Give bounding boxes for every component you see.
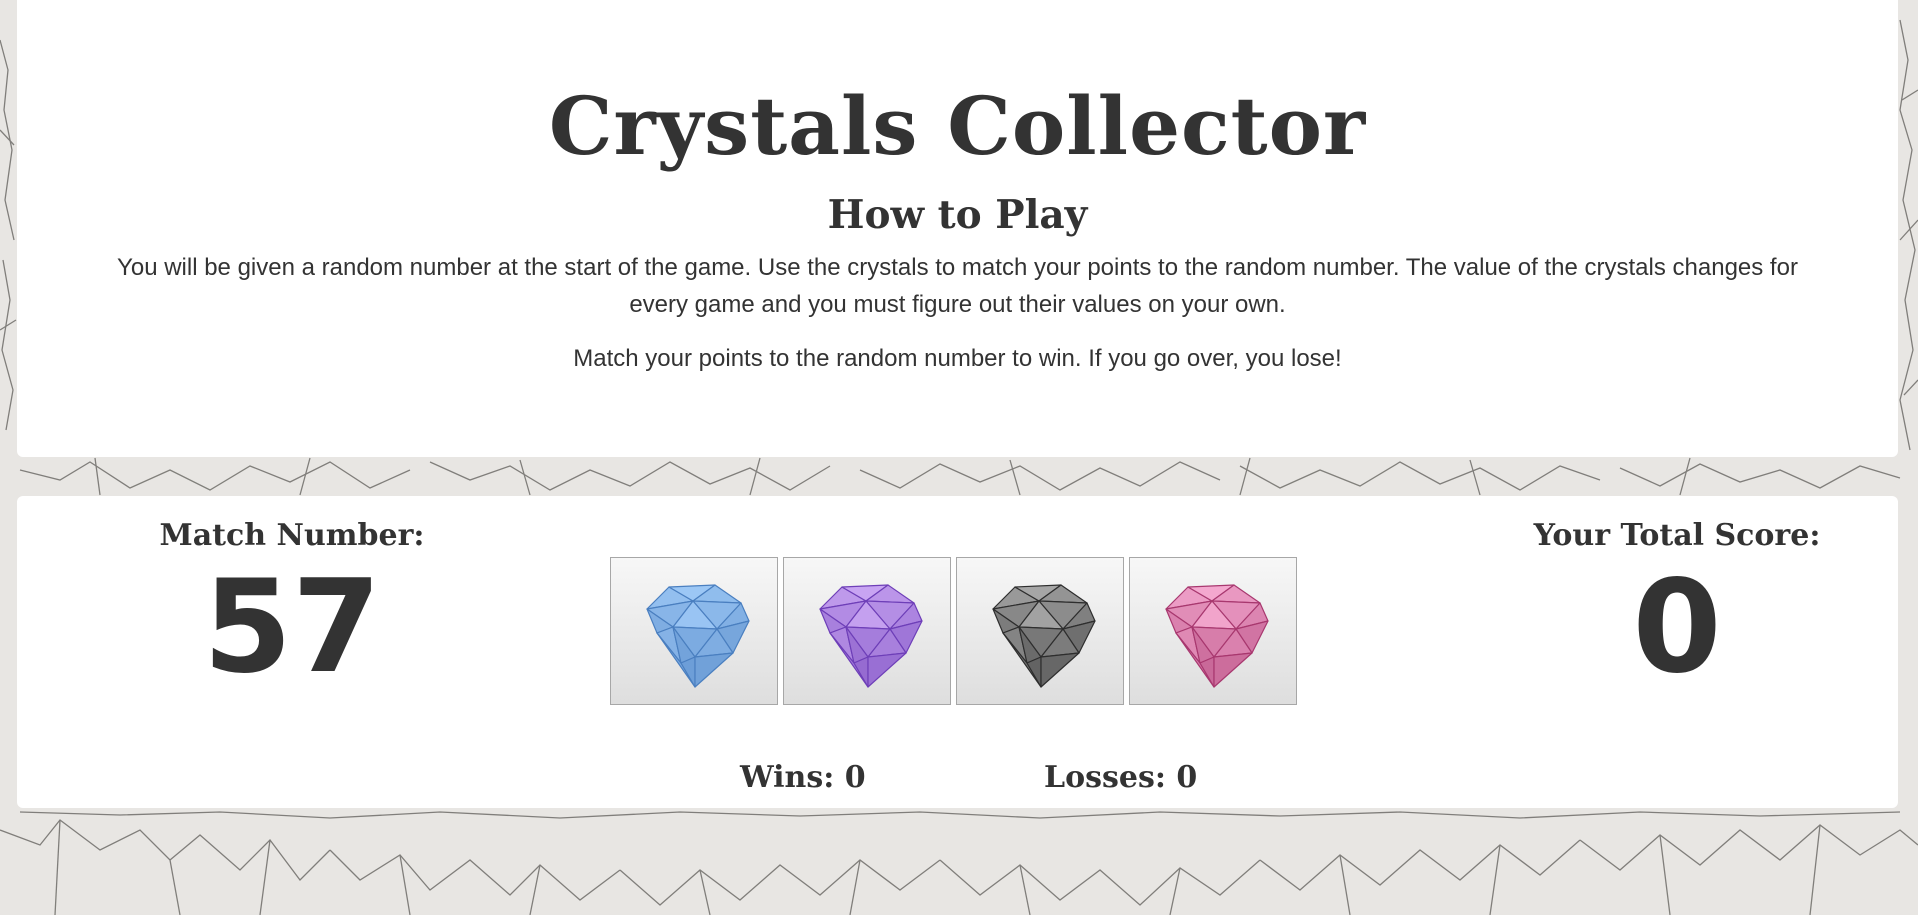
total-score: 0 [1632, 553, 1722, 702]
game-panel: Match Number: 57 Your Total Score: 0 Win… [17, 496, 1898, 808]
page-title: Crystals Collector [548, 79, 1367, 173]
total-score-label: Your Total Score: [1533, 518, 1821, 553]
blue-crystal-icon [646, 584, 750, 688]
crystal-buttons [610, 557, 1297, 707]
match-number: 57 [202, 553, 382, 702]
match-number-label: Match Number: [159, 518, 425, 553]
crystal-button-blue[interactable] [610, 557, 778, 705]
losses-counter: Losses: 0 [1044, 760, 1198, 795]
how-to-play-heading: How to Play [827, 192, 1088, 238]
crystal-button-pink[interactable] [1129, 557, 1297, 705]
gray-crystal-icon [992, 584, 1096, 688]
header-panel: Crystals Collector How to Play You will … [17, 0, 1898, 457]
pink-crystal-icon [1165, 584, 1269, 688]
crystal-button-purple[interactable] [783, 557, 951, 705]
wins-counter: Wins: 0 [740, 760, 866, 795]
win-condition-text: Match your points to the random number t… [573, 345, 1342, 372]
purple-crystal-icon [819, 584, 923, 688]
crystal-button-gray[interactable] [956, 557, 1124, 705]
instructions-text: You will be given a random number at the… [117, 254, 1798, 318]
